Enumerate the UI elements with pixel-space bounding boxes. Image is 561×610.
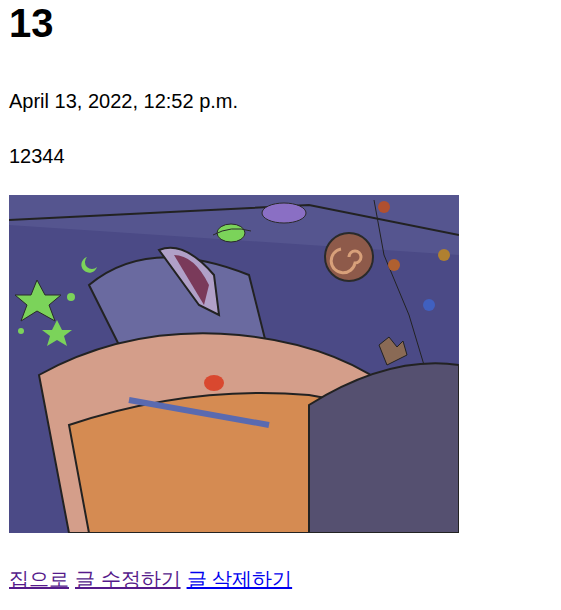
post-body: 12344 bbox=[9, 145, 552, 168]
link-bar: 집으로 글 수정하기 글 삭제하기 bbox=[9, 568, 552, 591]
home-link[interactable]: 집으로 bbox=[9, 568, 69, 591]
post-date: April 13, 2022, 12:52 p.m. bbox=[9, 90, 552, 113]
delete-link[interactable]: 글 삭제하기 bbox=[187, 568, 293, 591]
edit-link[interactable]: 글 수정하기 bbox=[75, 568, 181, 591]
post-title: 13 bbox=[9, 0, 552, 46]
illustration-image bbox=[9, 195, 459, 533]
